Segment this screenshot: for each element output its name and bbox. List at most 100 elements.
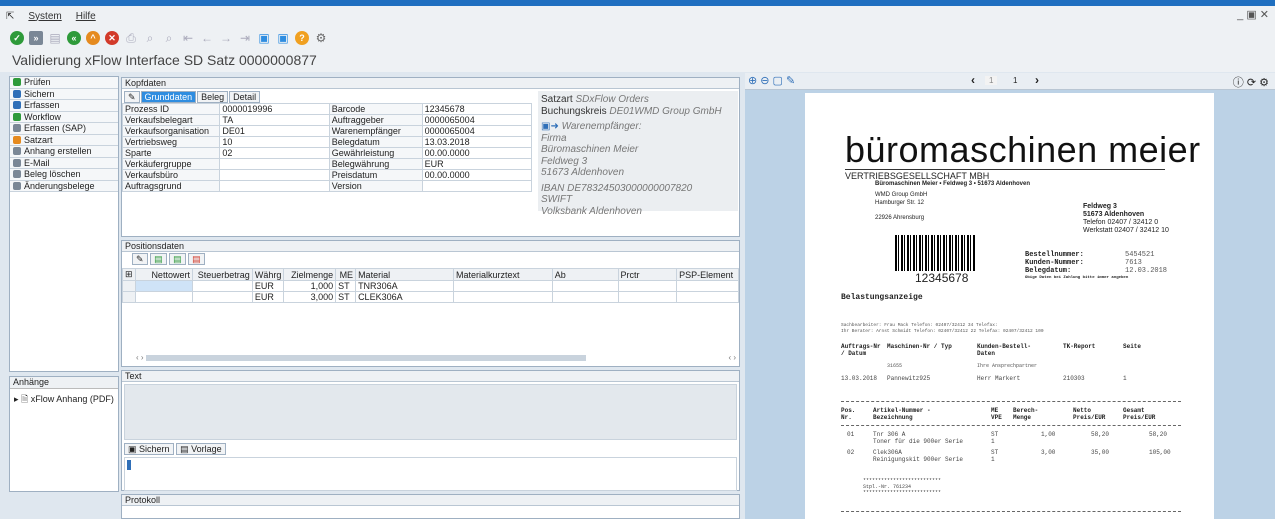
nav-item-4[interactable]: Erfassen (SAP) [10,123,118,135]
help-icon[interactable]: ? [295,31,309,45]
text-area[interactable] [124,384,737,440]
pos-cell[interactable]: ST [335,280,357,292]
pos-cell[interactable] [191,280,253,292]
attachment-item[interactable]: ▸ 🗎 xFlow Anhang (PDF) [10,389,118,411]
zoom-icons[interactable]: ⊕ ⊖ ▢ ✎ [748,74,795,87]
window-controls[interactable]: _ ▣ ✕ [1237,8,1269,21]
table-row[interactable]: EUR 1,000 ST TNR306A [122,280,739,292]
edit-icon[interactable]: ✎ [132,253,148,265]
tab-grunddaten[interactable]: Grunddaten [140,91,197,103]
cancel-icon[interactable]: ✕ [105,31,119,45]
find-icon[interactable]: ⌕ [143,31,157,45]
add-row-icon[interactable]: ▤ [150,253,167,265]
kopf-value[interactable] [421,180,533,192]
pos-cell[interactable] [134,291,193,303]
text-editor[interactable] [124,457,737,491]
pos-cell[interactable]: 1,000 [283,280,337,292]
nav-item-9[interactable]: Änderungsbelege [10,180,118,192]
pos-cell[interactable]: 3,000 [283,291,337,303]
pos-col-header[interactable]: Zielmenge [283,268,337,281]
pos-cell[interactable]: EUR [251,291,285,303]
text-vorlage-button[interactable]: ▤ Vorlage [176,443,226,455]
nav-item-0[interactable]: Prüfen [10,77,118,89]
kopf-value[interactable] [219,158,330,170]
pos-col-header[interactable]: Material [355,268,454,281]
kopf-value[interactable]: EUR [421,158,533,170]
row-selector[interactable] [122,280,136,292]
pos-cell[interactable]: CLEK306A [355,291,454,303]
prev-page-button[interactable]: ‹ [971,73,975,87]
copy-row-icon[interactable]: ▤ [169,253,186,265]
tab-detail[interactable]: Detail [229,91,261,103]
exit-icon[interactable]: ^ [86,31,100,45]
pos-col-header[interactable]: PSP-Element [676,268,739,281]
pos-col-header[interactable]: Prctr [617,268,678,281]
pos-cell[interactable] [452,291,553,303]
back-icon[interactable]: « [67,31,81,45]
kopf-value[interactable]: 0000019996 [219,103,330,115]
nav-item-7[interactable]: E-Mail [10,157,118,169]
pos-cell[interactable] [676,291,739,303]
fast-forward-icon[interactable]: » [29,31,43,45]
pos-cell[interactable] [191,291,253,303]
page-number[interactable]: 1 [985,76,998,85]
nav-item-5[interactable]: Satzart [10,134,118,146]
table-row[interactable]: EUR 3,000 ST CLEK306A [122,291,739,303]
kopf-value[interactable]: 02 [219,147,330,159]
pos-cell[interactable] [452,280,553,292]
tab-beleg[interactable]: Beleg [197,91,229,103]
menu-hilfe[interactable]: Hilfe [76,11,96,22]
select-all-icon[interactable]: ⊞ [122,268,136,281]
menu-icon[interactable]: ⇱ [6,11,14,22]
pos-col-header[interactable]: Materialkurztext [452,268,553,281]
h-scrollbar[interactable]: ‹ › ‹ › [136,353,736,362]
kopf-value[interactable]: 10 [219,136,330,148]
pos-cell[interactable] [134,280,193,292]
save-icon[interactable]: ▤ [48,31,62,45]
kopf-value[interactable]: 00.00.0000 [421,169,533,181]
text-sichern-button[interactable]: ▣ Sichern [124,443,174,455]
nav-item-3[interactable]: Workflow [10,111,118,123]
kopf-value[interactable]: 0000065004 [421,114,533,126]
pos-col-header[interactable]: Ab [551,268,619,281]
kopf-value[interactable]: 00.00.0000 [421,147,533,159]
nav-item-2[interactable]: Erfassen [10,100,118,112]
kopf-value[interactable]: DE01 [219,125,330,137]
menu-system[interactable]: System [28,11,61,22]
nav-item-1[interactable]: Sichern [10,88,118,100]
kopf-value[interactable]: TA [219,114,330,126]
prev-page-icon[interactable]: ← [200,31,214,45]
first-page-icon[interactable]: ⇤ [181,31,195,45]
kopf-value[interactable]: 0000065004 [421,125,533,137]
row-selector[interactable] [122,291,136,303]
kopf-value[interactable]: 12345678 [421,103,533,115]
kopf-value[interactable] [219,169,330,181]
pos-col-header[interactable]: Währg [251,268,285,281]
next-page-button[interactable]: › [1035,73,1039,87]
pos-cell[interactable] [617,291,678,303]
pos-col-header[interactable]: Nettowert [134,268,193,281]
pos-cell[interactable]: TNR306A [355,280,454,292]
kopf-value[interactable] [219,180,330,192]
pos-col-header[interactable]: ME [335,268,357,281]
last-page-icon[interactable]: ⇥ [238,31,252,45]
shortcut-icon[interactable]: ▣ [276,31,290,45]
pos-cell[interactable]: EUR [251,280,285,292]
find-next-icon[interactable]: ⌕ [162,31,176,45]
print-icon[interactable]: ⎙ [124,31,138,45]
new-session-icon[interactable]: ▣ [257,31,271,45]
settings-icon[interactable]: ⚙ [314,31,328,45]
pos-cell[interactable]: ST [335,291,357,303]
pos-col-header[interactable]: Steuerbetrag [191,268,253,281]
delete-row-icon[interactable]: ▤ [188,253,205,265]
pos-cell[interactable] [551,291,619,303]
pos-cell[interactable] [551,280,619,292]
viewer-settings-icon[interactable]: ⓘ ⟳ ⚙ [1233,74,1269,90]
tab-edit-icon[interactable]: ✎ [124,91,140,103]
next-page-icon[interactable]: → [219,31,233,45]
pos-cell[interactable] [676,280,739,292]
nav-item-8[interactable]: Beleg löschen [10,169,118,181]
check-icon[interactable]: ✓ [10,31,24,45]
nav-item-6[interactable]: Anhang erstellen [10,146,118,158]
pos-cell[interactable] [617,280,678,292]
